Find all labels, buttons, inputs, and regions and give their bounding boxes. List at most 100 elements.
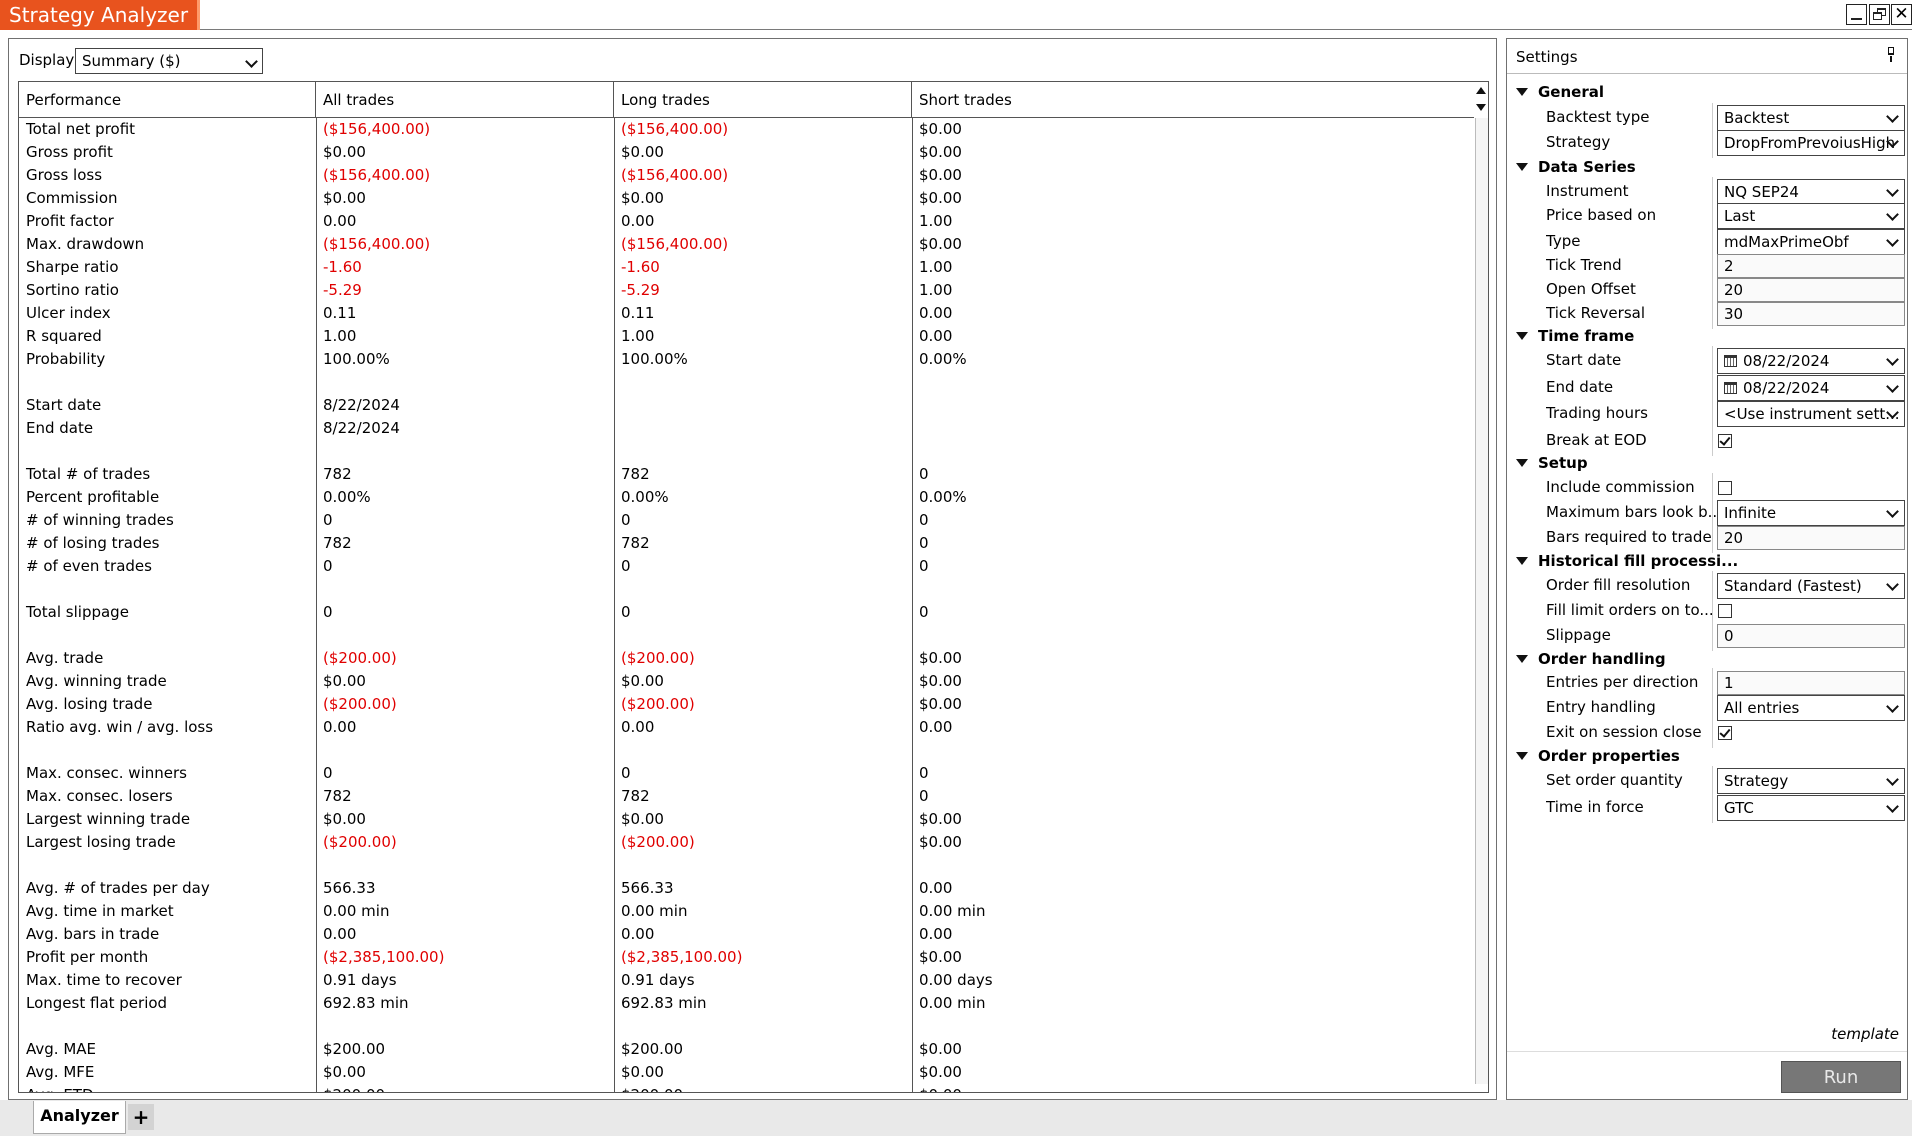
table-row[interactable]: # of winning trades 0 0 0 bbox=[19, 509, 1469, 532]
table-row[interactable]: Max. drawdown ($156,400.00) ($156,400.00) $… bbox=[19, 233, 1469, 256]
table-row[interactable]: Profit per month ($2,385,100.00) ($2,385,1… bbox=[19, 946, 1469, 969]
table-row[interactable]: Total net profit ($156,400.00) ($156,400.0… bbox=[19, 118, 1469, 141]
property-select[interactable]: <Use instrument sett... bbox=[1717, 401, 1905, 427]
date-picker[interactable]: 08/22/2024 bbox=[1717, 375, 1905, 401]
table-row[interactable]: Probability 100.00% 100.00% 0.00% bbox=[19, 348, 1469, 371]
table-row[interactable]: Gross profit $0.00 $0.00 $0.00 bbox=[19, 141, 1469, 164]
table-row[interactable]: Avg. bars in trade 0.00 0.00 0.00 bbox=[19, 923, 1469, 946]
table-row[interactable] bbox=[19, 371, 1469, 394]
collapse-triangle-icon[interactable] bbox=[1516, 557, 1528, 565]
table-row[interactable]: Avg. losing trade ($200.00) ($200.00) $0.00 bbox=[19, 693, 1469, 716]
display-select[interactable]: Summary ($) bbox=[75, 48, 263, 74]
table-row[interactable] bbox=[19, 739, 1469, 762]
metric-value: 0.91 days bbox=[621, 971, 695, 989]
table-row[interactable]: Avg. time in market 0.00 min 0.00 min 0.00 … bbox=[19, 900, 1469, 923]
run-button[interactable]: Run bbox=[1781, 1061, 1901, 1093]
property-label: Break at EOD bbox=[1546, 431, 1647, 449]
property-checkbox[interactable] bbox=[1718, 481, 1732, 495]
column-header-performance[interactable]: Performance bbox=[19, 82, 316, 118]
metric-value: ($200.00) bbox=[323, 649, 397, 667]
property-input[interactable]: 1 bbox=[1717, 671, 1905, 695]
table-row[interactable]: Max. time to recover 0.91 days 0.91 days 0.… bbox=[19, 969, 1469, 992]
collapse-triangle-icon[interactable] bbox=[1516, 88, 1528, 96]
property-label: Type bbox=[1546, 232, 1581, 250]
minimize-button[interactable] bbox=[1846, 4, 1867, 25]
table-row[interactable]: Avg. trade ($200.00) ($200.00) $0.00 bbox=[19, 647, 1469, 670]
property-checkbox[interactable] bbox=[1718, 726, 1732, 740]
table-row[interactable]: Sortino ratio -5.29 -5.29 1.00 bbox=[19, 279, 1469, 302]
table-row[interactable]: Sharpe ratio -1.60 -1.60 1.00 bbox=[19, 256, 1469, 279]
table-row[interactable]: Avg. MAE $200.00 $200.00 $0.00 bbox=[19, 1038, 1469, 1061]
chevron-down-icon bbox=[1886, 578, 1899, 591]
property-checkbox[interactable] bbox=[1718, 434, 1732, 448]
table-row[interactable]: Ulcer index 0.11 0.11 0.00 bbox=[19, 302, 1469, 325]
column-header-short-trades[interactable]: Short trades bbox=[912, 82, 1210, 118]
property-select[interactable]: Last bbox=[1717, 203, 1905, 229]
collapse-triangle-icon[interactable] bbox=[1516, 163, 1528, 171]
property-checkbox[interactable] bbox=[1718, 604, 1732, 618]
table-row[interactable]: Max. consec. losers 782 782 0 bbox=[19, 785, 1469, 808]
tab-analyzer[interactable]: Analyzer bbox=[33, 1101, 126, 1134]
table-row[interactable] bbox=[19, 624, 1469, 647]
metric-value: ($200.00) bbox=[621, 833, 695, 851]
table-row[interactable] bbox=[19, 1015, 1469, 1038]
collapse-triangle-icon[interactable] bbox=[1516, 459, 1528, 467]
settings-footer-divider bbox=[1507, 1051, 1907, 1052]
table-row[interactable]: Gross loss ($156,400.00) ($156,400.00) $0.0… bbox=[19, 164, 1469, 187]
table-row[interactable]: End date 8/22/2024 bbox=[19, 417, 1469, 440]
table-row[interactable]: # of losing trades 782 782 0 bbox=[19, 532, 1469, 555]
add-tab-button[interactable]: + bbox=[128, 1104, 154, 1130]
table-row[interactable]: Longest flat period 692.83 min 692.83 min 0… bbox=[19, 992, 1469, 1015]
metric-value: -5.29 bbox=[621, 281, 660, 299]
table-row[interactable]: Ratio avg. win / avg. loss 0.00 0.00 0.00 bbox=[19, 716, 1469, 739]
template-link[interactable]: template bbox=[1831, 1025, 1899, 1043]
pin-icon[interactable] bbox=[1887, 47, 1895, 62]
property-label: Entry handling bbox=[1546, 698, 1656, 716]
restore-button[interactable] bbox=[1869, 4, 1890, 25]
table-row[interactable]: Avg. MFE $0.00 $0.00 $0.00 bbox=[19, 1061, 1469, 1084]
property-label: Entries per direction bbox=[1546, 673, 1699, 691]
collapse-triangle-icon[interactable] bbox=[1516, 752, 1528, 760]
table-row[interactable]: Profit factor 0.00 0.00 1.00 bbox=[19, 210, 1469, 233]
table-row[interactable]: Avg. # of trades per day 566.33 566.33 0.00 bbox=[19, 877, 1469, 900]
metric-value: 0 bbox=[621, 603, 631, 621]
collapse-triangle-icon[interactable] bbox=[1516, 332, 1528, 340]
metric-label: Largest winning trade bbox=[26, 810, 191, 828]
metric-value: 0.00 bbox=[621, 718, 655, 736]
table-row[interactable]: Max. consec. winners 0 0 0 bbox=[19, 762, 1469, 785]
metric-value: 100.00% bbox=[621, 350, 688, 368]
collapse-triangle-icon[interactable] bbox=[1516, 655, 1528, 663]
table-row[interactable]: R squared 1.00 1.00 0.00 bbox=[19, 325, 1469, 348]
scrollbar-track[interactable] bbox=[1475, 118, 1488, 1084]
property-select[interactable]: Strategy bbox=[1717, 768, 1905, 794]
table-row[interactable]: Largest losing trade ($200.00) ($200.00) $0… bbox=[19, 831, 1469, 854]
vertical-scrollbar[interactable] bbox=[1474, 82, 1488, 1092]
property-value: mdMaxPrimeObf bbox=[1724, 233, 1849, 251]
scroll-up-icon[interactable] bbox=[1476, 87, 1486, 94]
column-header-all-trades[interactable]: All trades bbox=[316, 82, 614, 118]
table-row[interactable] bbox=[19, 440, 1469, 463]
table-row[interactable] bbox=[19, 854, 1469, 877]
settings-section-title: Time frame bbox=[1538, 327, 1635, 345]
property-label: Tick Trend bbox=[1546, 256, 1622, 274]
table-row[interactable]: # of even trades 0 0 0 bbox=[19, 555, 1469, 578]
property-select[interactable]: GTC bbox=[1717, 795, 1905, 821]
metric-value: 0.11 bbox=[621, 304, 655, 322]
table-row[interactable]: Total # of trades 782 782 0 bbox=[19, 463, 1469, 486]
table-row[interactable]: Avg. winning trade $0.00 $0.00 $0.00 bbox=[19, 670, 1469, 693]
metric-value: 0 bbox=[323, 603, 333, 621]
property-value: NQ SEP24 bbox=[1724, 183, 1799, 201]
date-picker[interactable]: 08/22/2024 bbox=[1717, 348, 1905, 374]
column-header-long-trades[interactable]: Long trades bbox=[614, 82, 912, 118]
table-row[interactable]: Largest winning trade $0.00 $0.00 $0.00 bbox=[19, 808, 1469, 831]
table-row[interactable]: Start date 8/22/2024 bbox=[19, 394, 1469, 417]
metric-value: ($200.00) bbox=[323, 695, 397, 713]
settings-section[interactable]: General bbox=[1507, 78, 1907, 106]
table-row[interactable]: Avg. ETD $200.00 $200.00 $0.00 bbox=[19, 1084, 1469, 1092]
close-button[interactable]: ✕ bbox=[1891, 4, 1912, 25]
table-row[interactable]: Commission $0.00 $0.00 $0.00 bbox=[19, 187, 1469, 210]
scroll-down-icon[interactable] bbox=[1476, 104, 1486, 111]
table-row[interactable]: Percent profitable 0.00% 0.00% 0.00% bbox=[19, 486, 1469, 509]
table-row[interactable] bbox=[19, 578, 1469, 601]
table-row[interactable]: Total slippage 0 0 0 bbox=[19, 601, 1469, 624]
